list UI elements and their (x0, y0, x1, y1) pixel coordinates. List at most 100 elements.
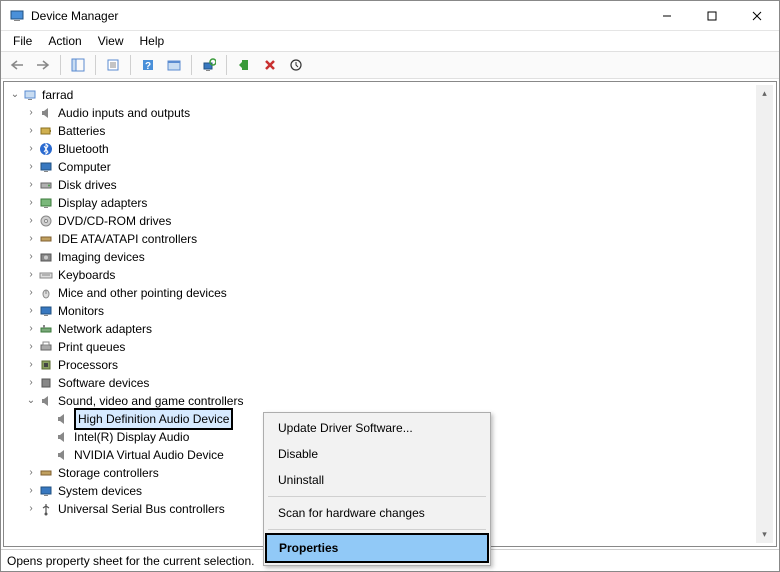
uninstall-button[interactable] (258, 54, 282, 76)
audio-icon (38, 105, 54, 121)
collapse-icon[interactable]: ⌄ (8, 86, 22, 104)
tree-item[interactable]: › Software devices (6, 374, 774, 392)
tree-label: farrad (42, 86, 73, 104)
help-button[interactable]: ? (136, 54, 160, 76)
ctx-properties-label: Properties (279, 541, 338, 555)
tree-item[interactable]: › Disk drives (6, 176, 774, 194)
tree-container: ⌄ farrad ›Audio inputs and outputs ›Batt… (1, 79, 779, 549)
close-button[interactable] (734, 1, 779, 30)
expand-icon[interactable]: › (24, 266, 38, 284)
tree-label: Mice and other pointing devices (58, 284, 227, 302)
expand-icon[interactable]: › (24, 338, 38, 356)
expand-icon[interactable]: › (24, 302, 38, 320)
status-text: Opens property sheet for the current sel… (7, 554, 254, 568)
forward-button[interactable] (31, 54, 55, 76)
tree-item[interactable]: › Keyboards (6, 266, 774, 284)
monitor-icon (38, 303, 54, 319)
tree-label: Storage controllers (58, 464, 159, 482)
menu-help[interactable]: Help (132, 32, 173, 50)
tree-label: Imaging devices (58, 248, 145, 266)
ctx-uninstall[interactable]: Uninstall (266, 467, 488, 493)
tree-label: Software devices (58, 374, 149, 392)
tree-item[interactable]: ›Audio inputs and outputs (6, 104, 774, 122)
expand-icon[interactable]: › (24, 374, 38, 392)
sound-device-icon (54, 429, 70, 445)
expand-icon[interactable]: › (24, 284, 38, 302)
app-icon (9, 8, 25, 24)
back-button[interactable] (5, 54, 29, 76)
expand-icon[interactable]: › (24, 500, 38, 518)
expand-icon[interactable]: › (24, 356, 38, 374)
bluetooth-icon (38, 141, 54, 157)
context-menu: Update Driver Software... Disable Uninst… (263, 412, 491, 566)
ctx-disable[interactable]: Disable (266, 441, 488, 467)
expand-icon[interactable]: › (24, 122, 38, 140)
network-icon (38, 321, 54, 337)
processor-icon (38, 357, 54, 373)
vertical-scrollbar[interactable]: ▴ ▾ (756, 85, 773, 543)
ctx-properties[interactable]: Properties (267, 535, 487, 561)
properties-button[interactable] (101, 54, 125, 76)
minimize-button[interactable] (644, 1, 689, 30)
tree-label: Keyboards (58, 266, 115, 284)
tree-label: NVIDIA Virtual Audio Device (74, 446, 224, 464)
tree-label: Disk drives (58, 176, 117, 194)
menu-file[interactable]: File (5, 32, 40, 50)
usb-icon (38, 501, 54, 517)
ctx-separator (268, 496, 486, 497)
software-icon (38, 375, 54, 391)
tree-label: Universal Serial Bus controllers (58, 500, 225, 518)
imaging-icon (38, 249, 54, 265)
menu-view[interactable]: View (90, 32, 132, 50)
ctx-scan-hardware[interactable]: Scan for hardware changes (266, 500, 488, 526)
tree-item[interactable]: › Imaging devices (6, 248, 774, 266)
scan-hardware-button[interactable] (197, 54, 221, 76)
menu-action[interactable]: Action (40, 32, 89, 50)
tree-label: IDE ATA/ATAPI controllers (58, 230, 197, 248)
tree-label: Intel(R) Display Audio (74, 428, 189, 446)
tree-item[interactable]: ›DVD/CD-ROM drives (6, 212, 774, 230)
ctx-separator (268, 529, 486, 530)
tree-item[interactable]: ›Bluetooth (6, 140, 774, 158)
tree-item[interactable]: › IDE ATA/ATAPI controllers (6, 230, 774, 248)
tree-item[interactable]: › Computer (6, 158, 774, 176)
expand-icon[interactable]: › (24, 464, 38, 482)
tree-item[interactable]: › Print queues (6, 338, 774, 356)
show-hide-tree-button[interactable] (66, 54, 90, 76)
svg-text:?: ? (145, 61, 151, 72)
tree-label: Computer (58, 158, 111, 176)
expand-icon[interactable]: › (24, 140, 38, 158)
update-driver-button[interactable] (284, 54, 308, 76)
expand-icon[interactable]: › (24, 248, 38, 266)
expand-icon[interactable]: › (24, 320, 38, 338)
tree-item[interactable]: ›Batteries (6, 122, 774, 140)
tree-item[interactable]: ›Network adapters (6, 320, 774, 338)
tree-root[interactable]: ⌄ farrad (6, 86, 774, 104)
scroll-track[interactable] (756, 102, 773, 526)
toolbar: ? (1, 51, 779, 79)
expand-icon[interactable]: › (24, 104, 38, 122)
expand-icon[interactable]: › (24, 482, 38, 500)
display-icon (38, 195, 54, 211)
tree-item[interactable]: › Mice and other pointing devices (6, 284, 774, 302)
expand-icon[interactable]: › (24, 194, 38, 212)
expand-icon[interactable]: › (24, 176, 38, 194)
system-icon (38, 483, 54, 499)
tree-label: Print queues (58, 338, 125, 356)
ctx-update-driver[interactable]: Update Driver Software... (266, 415, 488, 441)
action-button[interactable] (162, 54, 186, 76)
titlebar: Device Manager (1, 1, 779, 31)
expand-icon[interactable]: › (24, 212, 38, 230)
expand-icon[interactable]: › (24, 230, 38, 248)
tree-item[interactable]: ›Monitors (6, 302, 774, 320)
tree-item[interactable]: ›Processors (6, 356, 774, 374)
scroll-up-icon[interactable]: ▴ (756, 85, 773, 102)
expand-icon[interactable]: › (24, 158, 38, 176)
scroll-down-icon[interactable]: ▾ (756, 526, 773, 543)
menubar: File Action View Help (1, 31, 779, 51)
disk-icon (38, 177, 54, 193)
maximize-button[interactable] (689, 1, 734, 30)
collapse-icon[interactable]: ⌄ (24, 392, 38, 410)
tree-item[interactable]: ›Display adapters (6, 194, 774, 212)
enable-button[interactable] (232, 54, 256, 76)
